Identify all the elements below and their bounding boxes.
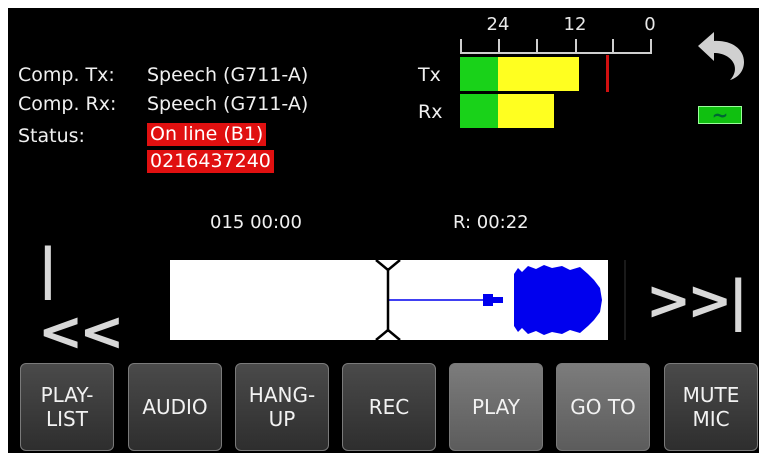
tx-label: Tx [418,64,441,86]
goto-label: GO TO [570,395,636,419]
playlist-button[interactable]: PLAY- LIST [20,363,114,451]
scale-24: 24 [486,14,510,35]
rx-meter-yellow [498,94,554,128]
skip-forward-button[interactable]: >>| [646,260,748,340]
comp-tx-value: Speech (G711-A) [147,64,309,86]
tx-meter-yellow [498,57,579,91]
rx-meter-green [460,94,498,128]
position-time: 015 00:00 [210,212,302,233]
scale-12: 12 [563,14,587,35]
tx-meter-green [460,57,498,91]
scale-0: 0 [644,14,656,35]
play-button[interactable]: PLAY [449,363,543,451]
comp-tx-label: Comp. Tx: [18,64,115,86]
tilde-line-icon: ~ [698,105,742,125]
mute-mic-button[interactable]: MUTE MIC [664,363,758,451]
audio-label: AUDIO [142,395,208,419]
comp-rx-label: Comp. Rx: [18,93,117,115]
tx-peak-marker [606,55,609,92]
playlist-label: PLAY- LIST [40,383,94,431]
goto-button[interactable]: GO TO [556,363,650,451]
mute-mic-label: MUTE MIC [682,383,740,431]
scale-tick [460,39,462,53]
tx-meter [460,57,579,91]
comp-rx-value: Speech (G711-A) [147,93,309,115]
hangup-label: HANG- UP [248,383,316,431]
rx-meter [460,94,554,128]
scale-tick [536,39,538,53]
back-button[interactable] [690,28,750,84]
waveform-display[interactable] [170,259,608,341]
audio-button[interactable]: AUDIO [128,363,222,451]
status-number: 0216437240 [147,150,274,173]
waveform-divider [624,260,626,340]
undo-arrow-icon [698,32,744,80]
scale-tick [650,39,652,53]
hangup-button[interactable]: HANG- UP [235,363,329,451]
scale-baseline [460,52,652,54]
scale-tick [498,39,500,53]
status-line: On line (B1) [147,123,267,146]
skip-back-button[interactable]: |<< [38,237,125,363]
waveform-graphic [375,259,602,341]
play-label: PLAY [471,395,520,419]
rec-button[interactable]: REC [342,363,436,451]
rec-label: REC [368,395,410,419]
rx-label: Rx [418,101,443,123]
remaining-time: R: 00:22 [453,212,529,233]
scale-tick [575,39,577,53]
status-label: Status: [18,125,85,147]
scale-tick [612,39,614,53]
phone-screen: Comp. Tx: Speech (G711-A) Comp. Rx: Spee… [8,8,759,453]
